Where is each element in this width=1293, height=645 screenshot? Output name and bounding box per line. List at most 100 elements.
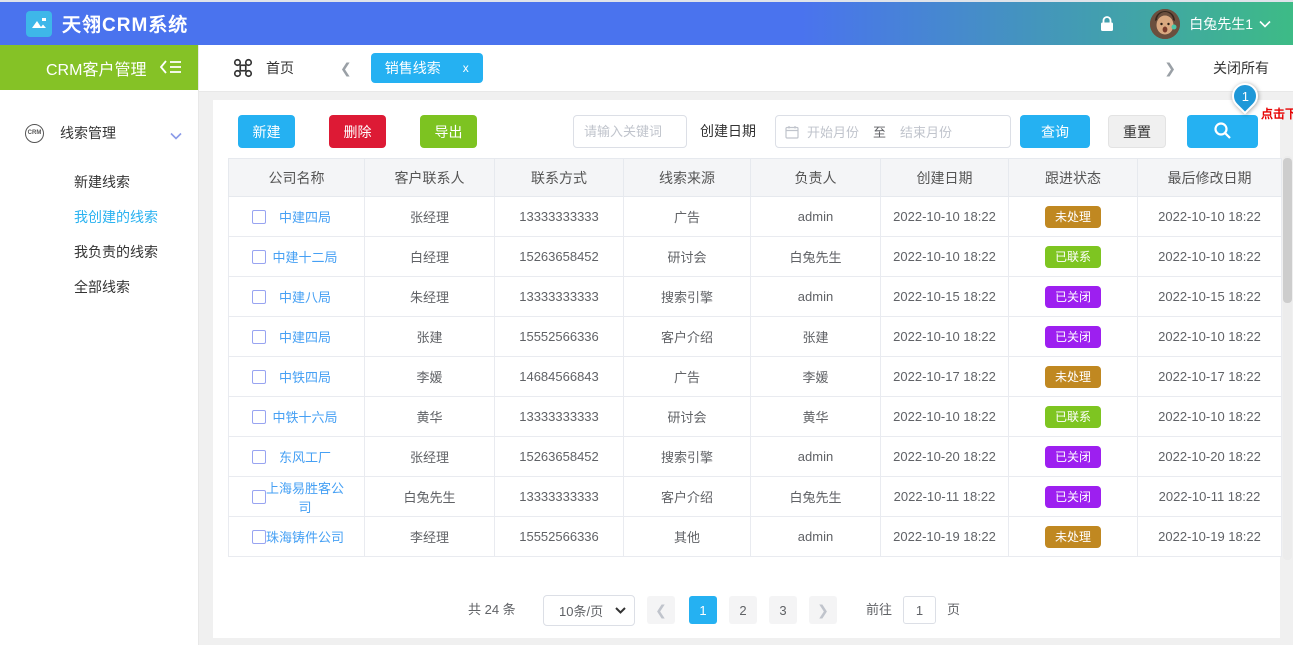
row-checkbox[interactable] — [252, 330, 266, 344]
company-link[interactable]: 中建四局 — [279, 207, 351, 226]
cell-contact: 朱经理 — [365, 277, 495, 317]
keyword-input[interactable] — [573, 115, 687, 148]
page-size-value: 10条/页 — [559, 601, 603, 620]
cell-modified: 2022-10-15 18:22 — [1138, 277, 1282, 317]
scrollbar-thumb[interactable] — [1283, 158, 1292, 303]
status-badge: 已关闭 — [1045, 326, 1101, 348]
column-header: 线索来源 — [624, 159, 751, 197]
user-avatar[interactable] — [1150, 9, 1180, 39]
sidebar-item[interactable]: 新建线索 — [0, 165, 198, 200]
date-end-placeholder[interactable]: 结束月份 — [900, 122, 952, 141]
table-row: 上海易胜客公司白兔先生13333333333客户介绍白兔先生2022-10-11… — [229, 477, 1282, 517]
cell-phone: 15552566336 — [495, 517, 624, 557]
company-link[interactable]: 中建十二局 — [272, 247, 357, 266]
row-checkbox[interactable] — [252, 530, 266, 544]
sidebar-item[interactable]: 我创建的线索 — [0, 200, 198, 235]
cell-modified: 2022-10-20 18:22 — [1138, 437, 1282, 477]
new-button[interactable]: 新建 — [238, 115, 295, 148]
cell-source: 客户介绍 — [624, 477, 751, 517]
lock-icon[interactable] — [1100, 16, 1114, 32]
company-link[interactable]: 中建四局 — [279, 327, 351, 346]
page-size-select[interactable]: 10条/页 — [543, 595, 635, 626]
collapse-sidebar-icon[interactable] — [160, 59, 182, 75]
cell-source: 研讨会 — [624, 237, 751, 277]
table-row: 中铁十六局黄华13333333333研讨会黄华2022-10-10 18:22已… — [229, 397, 1282, 437]
page-number-button[interactable]: 3 — [769, 596, 797, 624]
row-checkbox[interactable] — [252, 210, 266, 224]
row-checkbox[interactable] — [252, 290, 266, 304]
cell-created: 2022-10-20 18:22 — [881, 437, 1009, 477]
company-link[interactable]: 中铁四局 — [279, 367, 351, 386]
export-button[interactable]: 导出 — [420, 115, 477, 148]
sidebar-item[interactable]: 我负责的线索 — [0, 235, 198, 270]
content-area: 新建 删除 导出 创建日期 开始月份 至 结束月份 查询 重置 — [199, 92, 1293, 645]
search-button[interactable] — [1187, 115, 1258, 148]
cell-phone: 13333333333 — [495, 197, 624, 237]
close-icon[interactable]: x — [463, 61, 469, 75]
cell-phone: 13333333333 — [495, 277, 624, 317]
reset-button[interactable]: 重置 — [1108, 115, 1166, 148]
row-checkbox[interactable] — [252, 490, 266, 504]
cell-owner: 张建 — [751, 317, 881, 357]
company-link[interactable]: 东风工厂 — [279, 447, 351, 466]
magnifier-icon — [1213, 121, 1232, 143]
tab-sales-leads[interactable]: 销售线索 x — [371, 53, 483, 83]
cell-source: 研讨会 — [624, 397, 751, 437]
goto-page-input[interactable] — [903, 596, 936, 624]
table-scrollbar[interactable] — [1283, 156, 1292, 560]
cell-owner: admin — [751, 197, 881, 237]
column-header: 最后修改日期 — [1138, 159, 1282, 197]
query-button[interactable]: 查询 — [1020, 115, 1090, 148]
table-row: 中建四局张经理13333333333广告admin2022-10-10 18:2… — [229, 197, 1282, 237]
status-badge: 已关闭 — [1045, 446, 1101, 468]
sidebar-group-lead-management[interactable]: CRM 线索管理 — [0, 118, 198, 148]
company-link[interactable]: 中建八局 — [279, 287, 351, 306]
cell-contact: 黄华 — [365, 397, 495, 437]
date-range-input[interactable]: 开始月份 至 结束月份 — [775, 115, 1011, 148]
delete-button[interactable]: 删除 — [329, 115, 386, 148]
command-grid-icon[interactable] — [232, 57, 254, 79]
cell-company: 中建四局 — [229, 317, 365, 357]
prev-page-button[interactable]: ❮ — [647, 596, 675, 624]
close-all-button[interactable]: 关闭所有 — [1213, 58, 1269, 78]
tab-home[interactable]: 首页 — [266, 58, 294, 78]
row-checkbox[interactable] — [252, 450, 266, 464]
cell-status: 已关闭 — [1009, 277, 1138, 317]
cell-company: 珠海铸件公司 — [229, 517, 365, 557]
tab-bar: 首页 ❮ 销售线索 x ❯ 关闭所有 — [199, 45, 1293, 92]
status-badge: 未处理 — [1045, 366, 1101, 388]
cell-status: 已联系 — [1009, 397, 1138, 437]
cell-created: 2022-10-17 18:22 — [881, 357, 1009, 397]
status-badge: 已关闭 — [1045, 486, 1101, 508]
row-checkbox[interactable] — [252, 250, 266, 264]
tab-label: 销售线索 — [385, 58, 441, 78]
next-page-button[interactable]: ❯ — [809, 596, 837, 624]
status-badge: 未处理 — [1045, 206, 1101, 228]
cell-status: 已关闭 — [1009, 317, 1138, 357]
chevron-down-icon[interactable] — [1259, 20, 1271, 28]
chevron-left-icon[interactable]: ❮ — [340, 60, 352, 77]
column-header: 公司名称 — [229, 159, 365, 197]
cell-source: 其他 — [624, 517, 751, 557]
page-number-button[interactable]: 2 — [729, 596, 757, 624]
cell-owner: admin — [751, 517, 881, 557]
company-link[interactable]: 珠海铸件公司 — [266, 527, 364, 546]
crm-circle-icon: CRM — [25, 124, 44, 143]
row-checkbox[interactable] — [252, 370, 266, 384]
calendar-icon — [785, 125, 799, 139]
chevron-right-icon[interactable]: ❯ — [1164, 60, 1176, 77]
cell-modified: 2022-10-10 18:22 — [1138, 197, 1282, 237]
company-link[interactable]: 上海易胜客公司 — [266, 478, 364, 516]
user-name[interactable]: 白兔先生1 — [1189, 14, 1253, 34]
page-number-button[interactable]: 1 — [689, 596, 717, 624]
date-start-placeholder[interactable]: 开始月份 — [807, 122, 859, 141]
goto-label: 前往 — [866, 594, 892, 626]
sidebar-item[interactable]: 全部线索 — [0, 270, 198, 305]
cell-phone: 15263658452 — [495, 437, 624, 477]
row-checkbox[interactable] — [252, 410, 266, 424]
cell-contact: 李媛 — [365, 357, 495, 397]
table-header-row: 公司名称客户联系人联系方式线索来源负责人创建日期跟进状态最后修改日期 — [229, 159, 1282, 197]
cell-source: 客户介绍 — [624, 317, 751, 357]
company-link[interactable]: 中铁十六局 — [272, 407, 357, 426]
column-header: 创建日期 — [881, 159, 1009, 197]
